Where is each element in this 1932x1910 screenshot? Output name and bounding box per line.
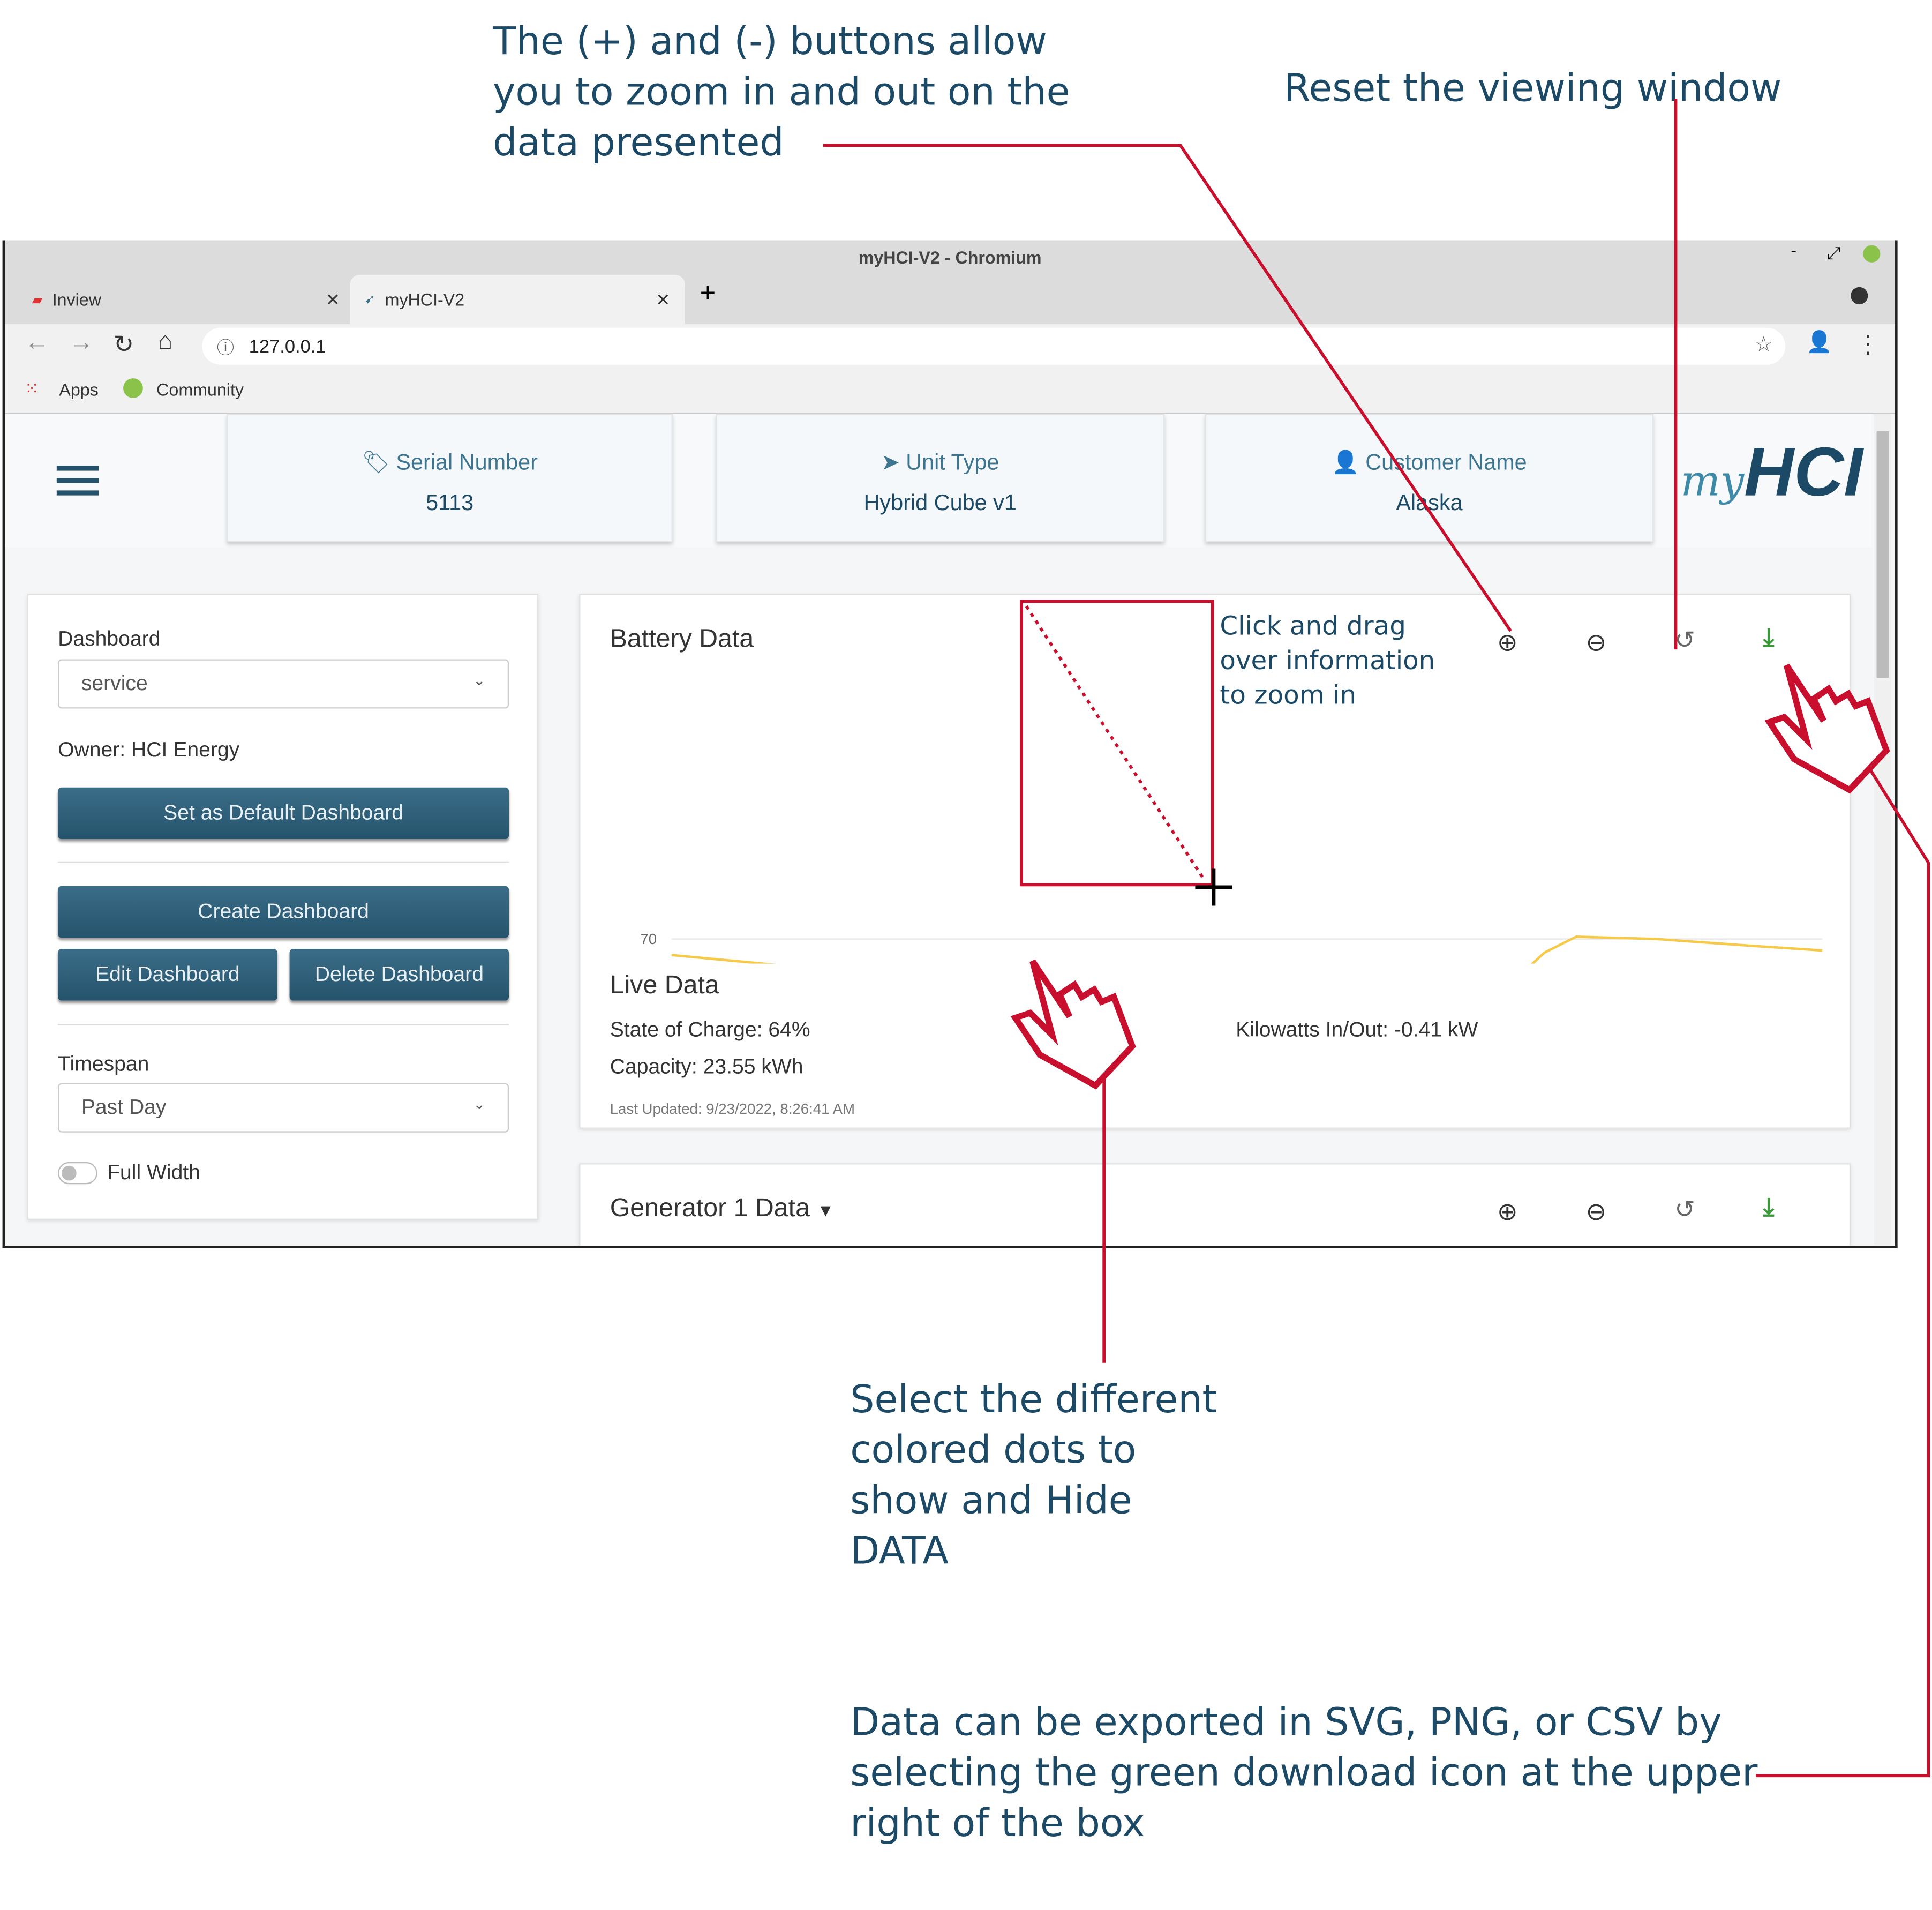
hand-pointer-icon [1010, 959, 1136, 1090]
annotation-line: Click and drag [1220, 611, 1406, 641]
annotation-line: show and Hide [850, 1479, 1132, 1523]
annotation-line: to zoom in [1220, 680, 1357, 710]
annotation-line: colored dots to [850, 1428, 1137, 1473]
annotation-line: DATA [850, 1529, 949, 1574]
annotation-export: Data can be exported in SVG, PNG, or CSV… [850, 1698, 1757, 1849]
annotation-dots: Select the different colored dots to sho… [850, 1375, 1217, 1577]
annotation-leader-export [1756, 763, 1930, 1778]
annotation-line: Data can be exported in SVG, PNG, or CSV… [850, 1701, 1722, 1745]
annotation-line: selecting the green download icon at the… [850, 1751, 1758, 1796]
hand-pointer-icon [1764, 663, 1890, 794]
annotation-drag: Click and drag over information to zoom … [1220, 609, 1435, 712]
annotation-line: Select the different [850, 1377, 1217, 1422]
annotation-line: right of the box [850, 1801, 1145, 1846]
annotation-overlay [823, 98, 1930, 1778]
drag-path-arrow [1025, 605, 1204, 879]
annotation-line: over information [1220, 646, 1435, 676]
annotation-leader-zoom [823, 144, 1512, 632]
